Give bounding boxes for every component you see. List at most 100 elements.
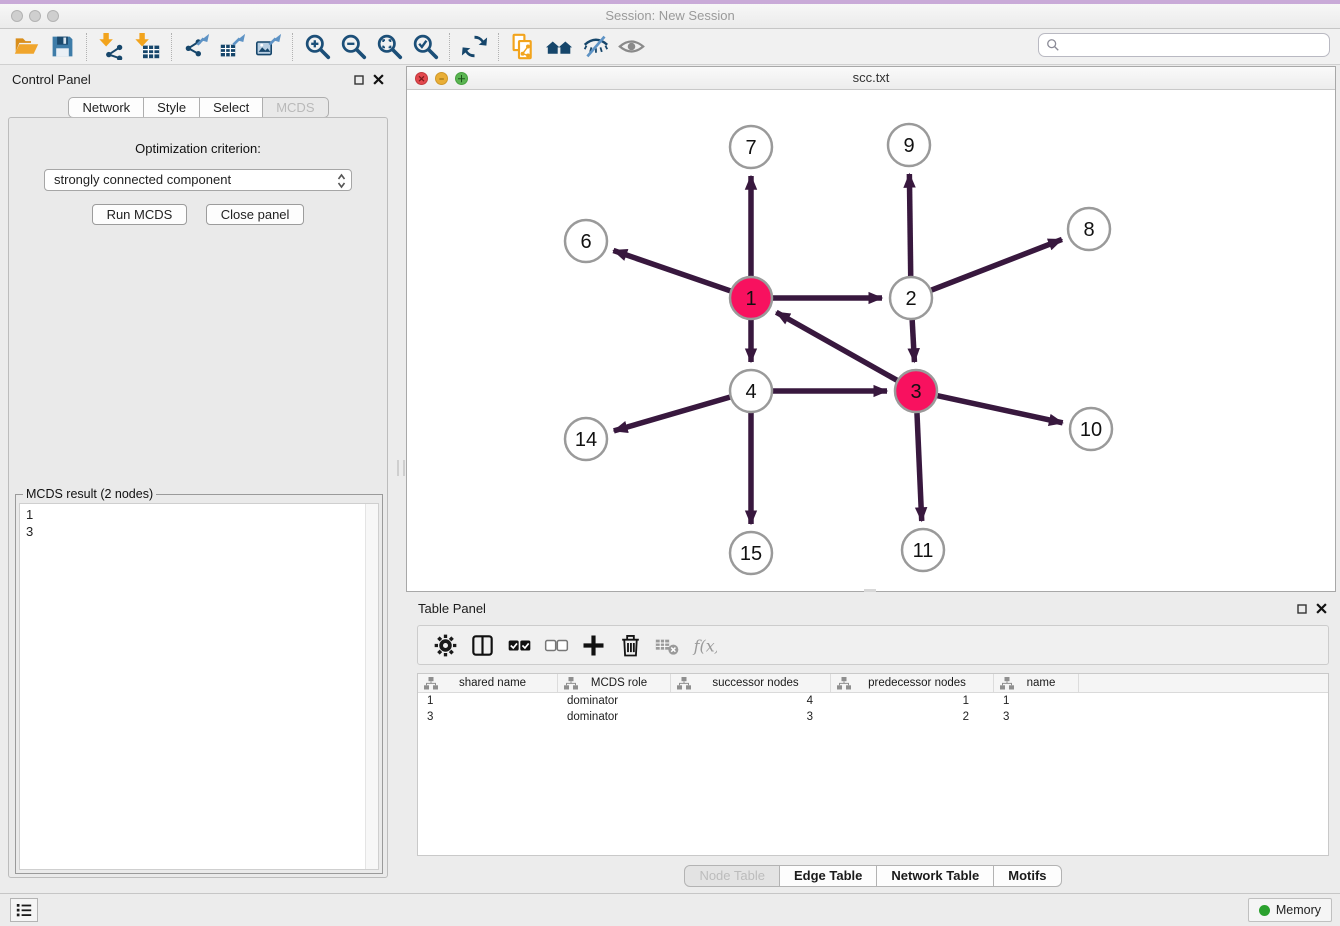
graph-node-15[interactable]: 15 (730, 532, 772, 574)
cell-successor-nodes[interactable]: 4 (671, 693, 831, 709)
run-mcds-button[interactable]: Run MCDS (92, 204, 188, 225)
float-table-panel-icon[interactable] (1295, 602, 1308, 615)
cell-predecessor-nodes[interactable]: 1 (831, 693, 994, 709)
cell-MCDS-role[interactable]: dominator (558, 709, 671, 725)
open-session-button[interactable] (8, 31, 44, 63)
table-row[interactable]: 3dominator323 (418, 709, 1328, 725)
cell-shared-name[interactable]: 3 (418, 709, 558, 725)
edge-2-8[interactable] (932, 239, 1062, 290)
graph-node-8[interactable]: 8 (1068, 208, 1110, 250)
mcds-panel: Optimization criterion: strongly connect… (8, 117, 388, 878)
tab-network[interactable]: Network (68, 97, 144, 118)
export-table-button[interactable] (214, 31, 250, 63)
delete-row-icon (618, 633, 643, 658)
zoom-window-button[interactable] (47, 10, 59, 22)
network-graph-canvas[interactable]: 7 9 6 8 1 2 4 3 14 10 15 11 (407, 90, 1335, 591)
tab-edge-table[interactable]: Edge Table (779, 865, 877, 887)
edge-3-10[interactable] (937, 396, 1062, 423)
delete-row-button[interactable] (612, 629, 649, 661)
memory-button[interactable]: Memory (1248, 898, 1332, 922)
close-table-panel-icon[interactable] (1315, 602, 1328, 615)
export-image-icon (255, 33, 282, 60)
function-icon: f(x) (692, 633, 717, 658)
show-panel-eye-button[interactable] (613, 31, 649, 63)
column-header-MCDS-role[interactable]: MCDS role (558, 674, 671, 692)
close-window-button[interactable] (11, 10, 23, 22)
refresh-view-button[interactable] (456, 31, 492, 63)
edge-4-14[interactable] (614, 397, 730, 431)
edge-2-3[interactable] (912, 320, 914, 362)
cell-shared-name[interactable]: 1 (418, 693, 558, 709)
graph-node-7[interactable]: 7 (730, 126, 772, 168)
graph-node-3[interactable]: 3 (895, 370, 937, 412)
tab-network-table[interactable]: Network Table (876, 865, 994, 887)
cell-name[interactable]: 3 (994, 709, 1079, 725)
select-none-button[interactable] (538, 629, 575, 661)
task-history-button[interactable] (10, 898, 38, 922)
edge-1-6[interactable] (613, 250, 730, 290)
close-panel-button[interactable]: Close panel (206, 204, 305, 225)
toolbar-separator (292, 33, 293, 61)
edge-2-9[interactable] (909, 174, 910, 276)
tab-node-table[interactable]: Node Table (684, 865, 780, 887)
memory-status-dot (1259, 905, 1270, 916)
horizontal-splitter[interactable] (864, 589, 876, 592)
close-panel-icon[interactable] (372, 73, 385, 86)
network-close-button[interactable]: ✕ (415, 72, 428, 85)
hide-panel-eye-button[interactable] (577, 31, 613, 63)
column-header-successor-nodes[interactable]: successor nodes (671, 674, 831, 692)
tab-motifs[interactable]: Motifs (993, 865, 1061, 887)
import-table-button[interactable] (129, 31, 165, 63)
function-button[interactable]: f(x) (686, 629, 723, 661)
cell-successor-nodes[interactable]: 3 (671, 709, 831, 725)
mcds-result-textarea[interactable]: 13 (19, 503, 379, 870)
cell-name[interactable]: 1 (994, 693, 1079, 709)
vertical-splitter[interactable] (397, 460, 405, 476)
table-row[interactable]: 1dominator411 (418, 693, 1328, 709)
search-icon (1046, 38, 1060, 52)
search-box[interactable] (1038, 33, 1330, 57)
columns-button[interactable] (464, 629, 501, 661)
add-row-button[interactable] (575, 629, 612, 661)
zoom-in-button[interactable] (299, 31, 335, 63)
graph-node-1[interactable]: 1 (730, 277, 772, 319)
zoom-fit-button[interactable] (371, 31, 407, 63)
graph-node-2[interactable]: 2 (890, 277, 932, 319)
tab-select[interactable]: Select (199, 97, 263, 118)
cell-MCDS-role[interactable]: dominator (558, 693, 671, 709)
gear-button[interactable] (427, 629, 464, 661)
cyndex-browser-button[interactable] (541, 31, 577, 63)
graph-node-4[interactable]: 4 (730, 370, 772, 412)
tab-style[interactable]: Style (143, 97, 200, 118)
graph-node-11[interactable]: 11 (902, 529, 944, 571)
toolbar-separator (86, 33, 87, 61)
criterion-select[interactable]: strongly connected component (44, 169, 352, 191)
graph-node-10[interactable]: 10 (1070, 408, 1112, 450)
delete-table-button[interactable] (649, 629, 686, 661)
export-network-button[interactable] (178, 31, 214, 63)
graph-node-9[interactable]: 9 (888, 124, 930, 166)
result-scrollbar[interactable] (365, 504, 378, 869)
network-maximize-button[interactable]: ＋ (455, 72, 468, 85)
zoom-out-button[interactable] (335, 31, 371, 63)
tab-mcds[interactable]: MCDS (262, 97, 328, 118)
network-window-titlebar[interactable]: ✕ − ＋ scc.txt (407, 67, 1335, 90)
column-header-name[interactable]: name (994, 674, 1079, 692)
network-minimize-button[interactable]: − (435, 72, 448, 85)
search-input[interactable] (1060, 35, 1329, 55)
graph-node-14[interactable]: 14 (565, 418, 607, 460)
edge-3-11[interactable] (917, 413, 922, 521)
column-header-predecessor-nodes[interactable]: predecessor nodes (831, 674, 994, 692)
edge-3-1[interactable] (776, 312, 897, 380)
cell-predecessor-nodes[interactable]: 2 (831, 709, 994, 725)
column-header-shared-name[interactable]: shared name (418, 674, 558, 692)
minimize-window-button[interactable] (29, 10, 41, 22)
save-session-button[interactable] (44, 31, 80, 63)
select-all-button[interactable] (501, 629, 538, 661)
float-panel-icon[interactable] (352, 73, 365, 86)
zoom-selected-button[interactable] (407, 31, 443, 63)
export-image-button[interactable] (250, 31, 286, 63)
graph-node-6[interactable]: 6 (565, 220, 607, 262)
clone-network-button[interactable] (505, 31, 541, 63)
import-network-button[interactable] (93, 31, 129, 63)
